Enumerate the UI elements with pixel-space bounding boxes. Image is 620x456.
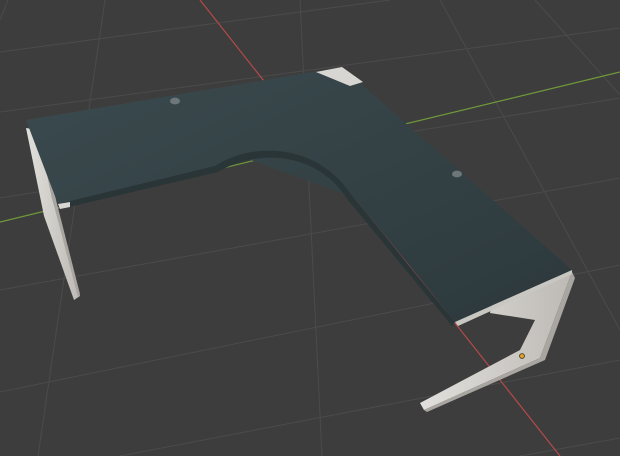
selected-vertex[interactable] — [519, 353, 525, 359]
floor-grid — [0, 0, 620, 456]
grommet-hole — [170, 97, 180, 105]
viewport-canvas[interactable] — [0, 0, 620, 456]
grommet-hole — [452, 170, 462, 178]
grid-line — [0, 0, 391, 53]
grid-line — [534, 0, 620, 96]
grid-line — [519, 437, 620, 456]
grid-line — [119, 359, 620, 456]
grid-line — [0, 0, 9, 21]
3d-viewport[interactable] — [0, 0, 620, 456]
grid-line — [37, 0, 106, 456]
